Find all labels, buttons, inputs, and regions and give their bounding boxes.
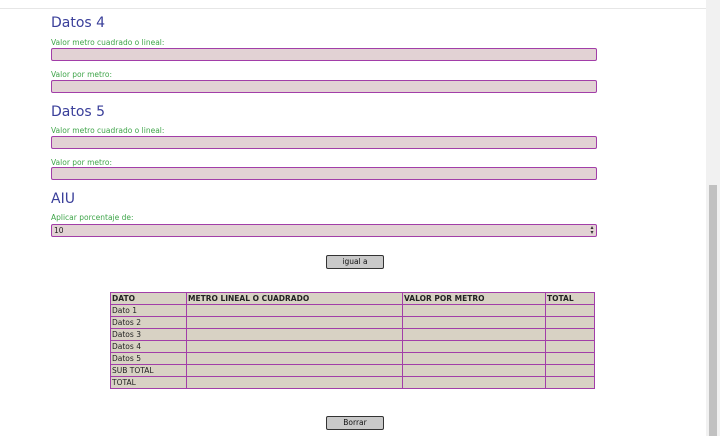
aiu-percentage-stepper[interactable]: 10 ▴ ▾ [51,224,597,237]
cell-metro [186,316,403,329]
cell-valor [402,316,546,329]
cell-metro [186,376,403,389]
section-title-datos-4: Datos 4 [51,15,106,31]
cell-total [545,316,595,329]
row-label: TOTAL [110,376,187,389]
label-valor-metro-4: Valor metro cuadrado o lineal: [51,38,165,47]
cell-metro [186,340,403,353]
cell-total [545,328,595,341]
cell-valor [402,340,546,353]
cell-valor [402,304,546,317]
table-header-row: DATO METRO LINEAL O CUADRADO VALOR POR M… [110,292,595,305]
table-row: SUB TOTAL [110,364,595,377]
cell-total [545,376,595,389]
input-valor-metro-5[interactable] [51,136,597,149]
row-label: Datos 2 [110,316,187,329]
table-row: Datos 3 [110,328,595,341]
cell-metro [186,364,403,377]
label-valor-por-metro-5: Valor por metro: [51,158,112,167]
row-label: Datos 3 [110,328,187,341]
cell-valor [402,352,546,365]
cell-valor [402,328,546,341]
equals-button[interactable]: igual a [326,255,384,269]
row-label: Datos 5 [110,352,187,365]
clear-button[interactable]: Borrar [326,416,384,430]
section-title-datos-5: Datos 5 [51,104,106,120]
cell-total [545,352,595,365]
results-table: DATO METRO LINEAL O CUADRADO VALOR POR M… [110,292,595,389]
cell-total [545,304,595,317]
input-valor-por-metro-4[interactable] [51,80,597,93]
table-row: Datos 4 [110,340,595,353]
cell-valor [402,364,546,377]
row-label: Dato 1 [110,304,187,317]
table-row: Datos 2 [110,316,595,329]
label-valor-metro-5: Valor metro cuadrado o lineal: [51,126,165,135]
cell-total [545,364,595,377]
cell-metro [186,304,403,317]
scrollbar-thumb[interactable] [709,185,717,436]
input-valor-metro-4[interactable] [51,48,597,61]
header-total: TOTAL [545,292,595,305]
table-row: Datos 5 [110,352,595,365]
spinner-arrows-icon[interactable]: ▴ ▾ [589,225,595,236]
label-aplicar-porcentaje: Aplicar porcentaje de: [51,213,134,222]
section-title-aiu: AIU [51,191,75,207]
table-row: TOTAL [110,376,595,389]
label-valor-por-metro-4: Valor por metro: [51,70,112,79]
row-label: SUB TOTAL [110,364,187,377]
header-valor: VALOR POR METRO [402,292,546,305]
table-row: Dato 1 [110,304,595,317]
vertical-scrollbar[interactable] [706,0,720,436]
cell-metro [186,352,403,365]
header-dato: DATO [110,292,187,305]
cell-metro [186,328,403,341]
aiu-percentage-value: 10 [54,226,64,235]
cell-total [545,340,595,353]
page-content: Datos 4 Valor metro cuadrado o lineal: V… [0,0,706,436]
row-label: Datos 4 [110,340,187,353]
header-metro: METRO LINEAL O CUADRADO [186,292,403,305]
input-valor-por-metro-5[interactable] [51,167,597,180]
cell-valor [402,376,546,389]
